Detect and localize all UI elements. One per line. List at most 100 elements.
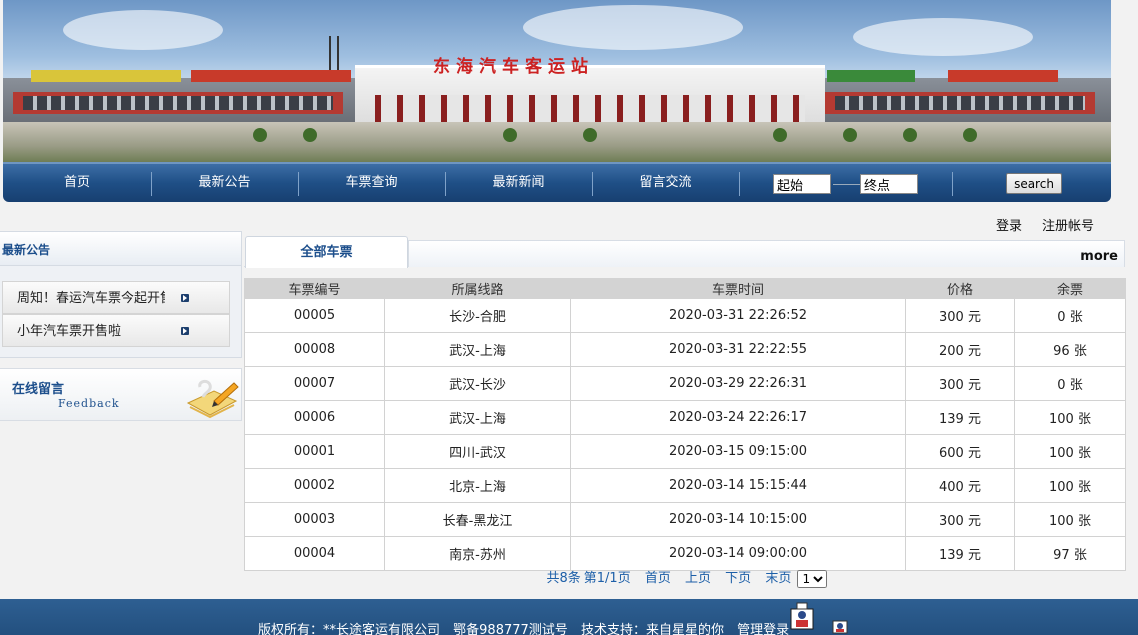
admin-login-link[interactable]: 管理登录 [737, 623, 789, 635]
cell-ticket-id: 00005 [244, 298, 385, 333]
site-footer: 版权所有：**长途客运有限公司 鄂备988777测试号 技术支持：来自星星的你 … [0, 599, 1138, 635]
cell-price: 400 元 [905, 468, 1015, 503]
nav-home[interactable]: 首页 [3, 164, 151, 202]
cell-time: 2020-03-15 09:15:00 [570, 434, 906, 469]
cell-ticket-id: 00007 [244, 366, 385, 401]
pager-last-link[interactable]: 末页 [765, 571, 791, 586]
feedback-subtitle: Feedback [58, 397, 120, 410]
cell-ticket-id: 00004 [244, 536, 385, 571]
nav-news[interactable]: 最新新闻 [445, 164, 592, 202]
col-time: 车票时间 [570, 278, 906, 299]
notice-item[interactable]: 小年汽车票开售啦 [2, 314, 230, 347]
ticket-tab-bar: more 全部车票 [244, 236, 1125, 268]
search-button[interactable]: search [1006, 173, 1062, 194]
start-station-input[interactable] [773, 174, 831, 194]
footer-icp: 鄂备988777测试号 [453, 623, 568, 635]
cell-route: 长沙-合肥 [384, 298, 571, 333]
main-nav: 首页 最新公告 车票查询 最新新闻 留言交流 search [3, 162, 1111, 202]
notice-item-label: 周知！春运汽车票今起开售 [17, 291, 165, 306]
cell-remaining: 100 张 [1014, 400, 1126, 435]
arrow-right-icon [181, 294, 189, 302]
notice-item-label: 小年汽车票开售啦 [17, 324, 122, 339]
cell-time: 2020-03-24 22:26:17 [570, 400, 906, 435]
cell-route: 南京-苏州 [384, 536, 571, 571]
table-row[interactable]: 00001 四川-武汉 2020-03-15 09:15:00 600 元 10… [244, 434, 1126, 469]
cell-time: 2020-03-14 09:00:00 [570, 536, 906, 571]
table-row[interactable]: 00005 长沙-合肥 2020-03-31 22:26:52 300 元 0 … [244, 298, 1126, 333]
route-dash [833, 184, 861, 185]
nav-messages[interactable]: 留言交流 [592, 164, 739, 202]
cell-remaining: 100 张 [1014, 468, 1126, 503]
feedback-title: 在线留言 [12, 382, 65, 397]
nav-notices[interactable]: 最新公告 [151, 164, 298, 202]
notebook-pencil-icon [186, 379, 239, 419]
pager-first-link[interactable]: 首页 [645, 571, 671, 586]
cell-time: 2020-03-14 15:15:44 [570, 468, 906, 503]
cell-remaining: 96 张 [1014, 332, 1126, 367]
pager-next-link[interactable]: 下页 [725, 571, 751, 586]
col-price: 价格 [905, 278, 1015, 299]
cell-price: 200 元 [905, 332, 1015, 367]
feedback-panel[interactable]: 在线留言 Feedback [0, 368, 242, 421]
col-route: 所属线路 [384, 278, 571, 299]
cell-route: 长春-黑龙江 [384, 502, 571, 537]
end-station-input[interactable] [860, 174, 918, 194]
nav-ticket-query[interactable]: 车票查询 [298, 164, 445, 202]
pagination: 共8条 第1/1页 首页 上页 下页 末页 1 [244, 570, 1125, 592]
admin-user-icon[interactable] [788, 601, 816, 633]
cell-route: 北京-上海 [384, 468, 571, 503]
cell-price: 300 元 [905, 298, 1015, 333]
table-row[interactable]: 00006 武汉-上海 2020-03-24 22:26:17 139 元 10… [244, 400, 1126, 435]
notice-item[interactable]: 周知！春运汽车票今起开售 [2, 281, 230, 314]
more-link[interactable]: more [1080, 249, 1118, 264]
cell-remaining: 100 张 [1014, 502, 1126, 537]
station-logo-title: 东海汽车客运站 [433, 57, 594, 77]
cell-remaining: 0 张 [1014, 298, 1126, 333]
notice-panel: 最新公告 周知！春运汽车票今起开售 小年汽车票开售啦 [0, 231, 242, 358]
cell-ticket-id: 00006 [244, 400, 385, 435]
header-banner: 东海汽车客运站 [3, 0, 1111, 162]
pager-prev-link[interactable]: 上页 [685, 571, 711, 586]
cell-price: 139 元 [905, 400, 1015, 435]
tab-filler: more [408, 240, 1125, 267]
cell-price: 600 元 [905, 434, 1015, 469]
notice-panel-title: 最新公告 [0, 232, 241, 266]
admin-lock-icon[interactable] [830, 615, 850, 635]
cell-price: 300 元 [905, 502, 1015, 537]
cell-remaining: 100 张 [1014, 434, 1126, 469]
tab-all-tickets[interactable]: 全部车票 [245, 236, 408, 268]
cell-route: 武汉-长沙 [384, 366, 571, 401]
cell-time: 2020-03-31 22:26:52 [570, 298, 906, 333]
cell-remaining: 0 张 [1014, 366, 1126, 401]
cell-ticket-id: 00001 [244, 434, 385, 469]
cell-ticket-id: 00002 [244, 468, 385, 503]
cell-price: 300 元 [905, 366, 1015, 401]
table-row[interactable]: 00004 南京-苏州 2020-03-14 09:00:00 139 元 97… [244, 536, 1126, 571]
cell-route: 武汉-上海 [384, 400, 571, 435]
cell-ticket-id: 00003 [244, 502, 385, 537]
arrow-right-icon [181, 327, 189, 335]
cell-route: 武汉-上海 [384, 332, 571, 367]
cell-time: 2020-03-29 22:26:31 [570, 366, 906, 401]
pager-current-page: 第1/1页 [583, 571, 631, 586]
cell-time: 2020-03-14 10:15:00 [570, 502, 906, 537]
col-ticket-id: 车票编号 [244, 278, 385, 299]
page-select[interactable]: 1 [797, 570, 828, 588]
cell-ticket-id: 00008 [244, 332, 385, 367]
table-header-row: 车票编号 所属线路 车票时间 价格 余票 [244, 278, 1126, 299]
cell-remaining: 97 张 [1014, 536, 1126, 571]
col-remaining: 余票 [1014, 278, 1126, 299]
ticket-table: 车票编号 所属线路 车票时间 价格 余票 00005 长沙-合肥 2020-03… [244, 278, 1126, 571]
cell-time: 2020-03-31 22:22:55 [570, 332, 906, 367]
footer-support: 技术支持：来自星星的你 [580, 623, 724, 635]
table-row[interactable]: 00008 武汉-上海 2020-03-31 22:22:55 200 元 96… [244, 332, 1126, 367]
table-row[interactable]: 00002 北京-上海 2020-03-14 15:15:44 400 元 10… [244, 468, 1126, 503]
footer-copyright: 版权所有：**长途客运有限公司 [258, 623, 441, 635]
register-link[interactable]: 注册帐号 [1042, 215, 1094, 234]
login-link[interactable]: 登录 [996, 215, 1022, 234]
cell-route: 四川-武汉 [384, 434, 571, 469]
cell-price: 139 元 [905, 536, 1015, 571]
pager-total: 共8条 [546, 571, 581, 586]
table-row[interactable]: 00007 武汉-长沙 2020-03-29 22:26:31 300 元 0 … [244, 366, 1126, 401]
table-row[interactable]: 00003 长春-黑龙江 2020-03-14 10:15:00 300 元 1… [244, 502, 1126, 537]
